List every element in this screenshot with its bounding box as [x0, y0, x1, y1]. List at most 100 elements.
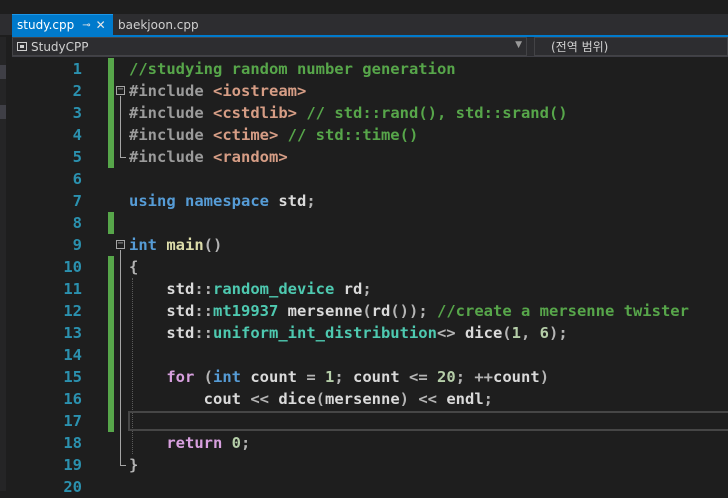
- chevron-down-icon[interactable]: ▼: [515, 40, 522, 50]
- code-line[interactable]: 6: [36, 168, 728, 190]
- code-token: );: [549, 324, 568, 342]
- code-line[interactable]: 12 std::mt19937 mersenne(rd()); //create…: [36, 300, 728, 322]
- code-token: ;: [483, 390, 493, 408]
- line-number: 18: [63, 434, 82, 452]
- code-token: {: [129, 258, 139, 276]
- collapse-icon[interactable]: −: [116, 85, 125, 95]
- code-line[interactable]: 1 //studying random number generation: [36, 58, 728, 80]
- fold-region-end: [120, 157, 126, 158]
- saved-change-marker: [108, 102, 114, 124]
- code-line[interactable]: 5 #include <random>: [36, 146, 728, 168]
- code-line[interactable]: 16 cout << dice(mersenne) << endl;: [36, 388, 728, 410]
- code-token: ): [539, 368, 550, 386]
- code-token: ;: [241, 434, 251, 452]
- code-line[interactable]: 20: [36, 476, 728, 498]
- code-token: <random>: [213, 148, 288, 166]
- line-number: 3: [72, 104, 82, 122]
- code-line[interactable]: 18 return 0;: [36, 432, 728, 454]
- collapse-icon[interactable]: −: [116, 239, 125, 249]
- code-token: ;: [334, 368, 354, 386]
- code-token: 1: [325, 368, 335, 386]
- code-line[interactable]: 15 for (int count = 1; count <= 20; ++co…: [36, 366, 728, 388]
- tab-study-cpp[interactable]: study.cpp ⊸ ✕: [12, 14, 113, 35]
- line-number: 16: [63, 390, 82, 408]
- code-token: =: [306, 368, 325, 386]
- saved-change-marker: [108, 344, 114, 366]
- code-token: //create a mersenne twister: [437, 302, 689, 320]
- code-line[interactable]: 2 − #include <iostream>: [36, 80, 728, 102]
- line-number: 7: [72, 192, 82, 210]
- line-number: 4: [72, 126, 82, 144]
- code-token: // std::rand(), std::srand(): [297, 104, 568, 122]
- code-text: #include <iostream>: [129, 80, 306, 102]
- code-line[interactable]: 10 {: [36, 256, 728, 278]
- code-token: namespace: [185, 192, 279, 210]
- code-token: (: [362, 302, 372, 320]
- saved-change-marker: [108, 124, 114, 146]
- code-token: (: [315, 390, 325, 408]
- code-token: <ctime>: [213, 126, 279, 144]
- code-line[interactable]: 14: [36, 344, 728, 366]
- code-line[interactable]: 7 using namespace std;: [36, 190, 728, 212]
- code-token: count: [250, 368, 307, 386]
- code-line[interactable]: 11 std::random_device rd;: [36, 278, 728, 300]
- code-token: ;: [306, 192, 316, 210]
- code-token: ::: [194, 324, 213, 342]
- code-token: #include: [129, 148, 213, 166]
- code-token: <>: [436, 324, 465, 342]
- code-text: #include <random>: [129, 146, 288, 168]
- tab-label: baekjoon.cpp: [118, 17, 199, 32]
- code-token: for: [129, 368, 204, 386]
- saved-change-marker: [108, 256, 114, 278]
- code-token: int: [129, 236, 167, 254]
- code-token: #include: [129, 104, 213, 122]
- code-line[interactable]: 8: [36, 212, 728, 234]
- saved-change-marker: [108, 212, 114, 234]
- project-icon: [17, 42, 27, 51]
- project-dropdown[interactable]: StudyCPP ▼: [12, 37, 527, 56]
- code-text: return 0;: [129, 432, 250, 454]
- code-editor[interactable]: 1//studying random number generation 2− #i…: [36, 57, 728, 496]
- fold-region-end: [120, 465, 126, 466]
- code-token: mersenne: [287, 302, 363, 320]
- code-token: }: [129, 456, 139, 474]
- close-icon[interactable]: ✕: [96, 18, 106, 32]
- code-token: //studying random number generation: [129, 60, 456, 78]
- code-token: std: [129, 280, 195, 298]
- code-token: ());: [390, 302, 437, 320]
- code-line[interactable]: 9 − int main(): [36, 234, 728, 256]
- code-text: #include <ctime> // std::time(): [129, 124, 418, 146]
- line-number: 9: [72, 236, 82, 254]
- saved-change-marker: [108, 58, 114, 80]
- pin-icon[interactable]: ⊸: [82, 20, 90, 31]
- code-token: #include: [129, 126, 213, 144]
- code-token: (: [203, 368, 213, 386]
- navigation-bar: StudyCPP ▼ (전역 범위): [12, 37, 728, 57]
- scope-label: (전역 범위): [551, 40, 609, 54]
- fold-region-line: [120, 96, 121, 158]
- code-text: //studying random number generation: [129, 58, 456, 80]
- code-line[interactable]: 3 #include <cstdlib> // std::rand(), std:…: [36, 102, 728, 124]
- code-line[interactable]: 13 std::uniform_int_distribution<> dice(…: [36, 322, 728, 344]
- tab-label: study.cpp: [17, 18, 75, 32]
- saved-change-marker: [108, 388, 114, 410]
- line-number: 19: [63, 456, 82, 474]
- code-token: main: [166, 236, 204, 254]
- code-text: }: [129, 454, 138, 476]
- code-text: #include <cstdlib> // std::rand(), std::…: [129, 102, 568, 124]
- tab-baekjoon-cpp[interactable]: baekjoon.cpp: [113, 14, 203, 35]
- code-token: 1: [511, 324, 521, 342]
- code-token: ,: [520, 324, 540, 342]
- saved-change-marker: [108, 410, 114, 432]
- code-line[interactable]: 19}: [36, 454, 728, 476]
- code-token: <cstdlib>: [213, 104, 297, 122]
- code-token: uniform_int_distribution: [213, 324, 437, 342]
- code-token: <=: [409, 368, 438, 386]
- code-text: int main(): [129, 234, 222, 256]
- code-token: using: [129, 192, 185, 210]
- line-number: 12: [63, 302, 82, 320]
- saved-change-marker: [108, 322, 114, 344]
- code-line[interactable]: 4 #include <ctime> // std::time(): [36, 124, 728, 146]
- scope-dropdown[interactable]: (전역 범위): [534, 37, 728, 56]
- code-token: endl: [446, 390, 484, 408]
